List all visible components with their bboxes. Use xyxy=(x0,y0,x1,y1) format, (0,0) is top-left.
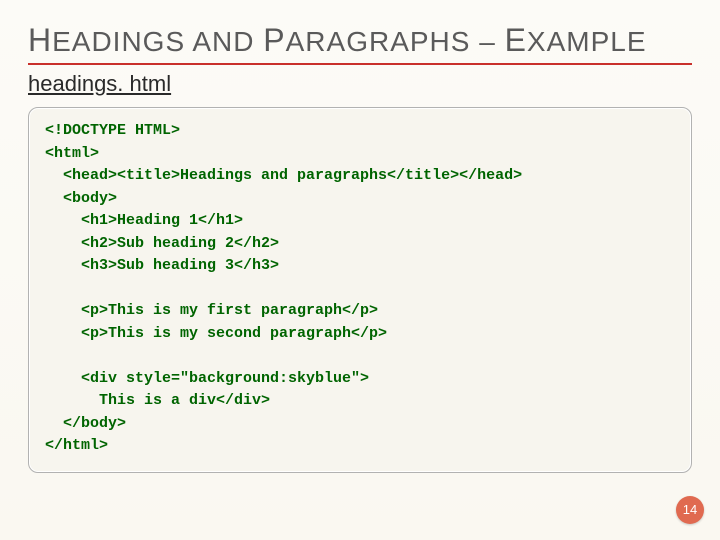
title-word-headings: EADINGS AND xyxy=(52,26,263,57)
code-line: <p>This is my first paragraph</p> xyxy=(45,302,378,319)
code-line: </html> xyxy=(45,437,108,454)
title-word-example: XAMPLE xyxy=(527,26,647,57)
filename-label: headings. html xyxy=(28,71,692,97)
code-line: </body> xyxy=(45,415,126,432)
code-line: <!DOCTYPE HTML> xyxy=(45,122,180,139)
code-line: This is a div</div> xyxy=(45,392,270,409)
title-cap-p: P xyxy=(263,22,285,58)
code-line: <h3>Sub heading 3</h3> xyxy=(45,257,279,274)
slide: HEADINGS AND PARAGRAPHS – EXAMPLE headin… xyxy=(0,0,720,540)
page-number-badge: 14 xyxy=(676,496,704,524)
code-line: <h1>Heading 1</h1> xyxy=(45,212,243,229)
code-block: <!DOCTYPE HTML> <html> <head><title>Head… xyxy=(45,120,675,458)
code-line: <div style="background:skyblue"> xyxy=(45,370,369,387)
code-line: <h2>Sub heading 2</h2> xyxy=(45,235,279,252)
title-word-paragraphs: ARAGRAPHS – xyxy=(286,26,505,57)
slide-title: HEADINGS AND PARAGRAPHS – EXAMPLE xyxy=(28,22,692,65)
title-cap-e: E xyxy=(505,22,527,58)
title-cap-h: H xyxy=(28,22,52,58)
code-line: <body> xyxy=(45,190,117,207)
code-line: <p>This is my second paragraph</p> xyxy=(45,325,387,342)
code-line: <head><title>Headings and paragraphs</ti… xyxy=(45,167,522,184)
code-box: <!DOCTYPE HTML> <html> <head><title>Head… xyxy=(28,107,692,473)
code-line: <html> xyxy=(45,145,99,162)
